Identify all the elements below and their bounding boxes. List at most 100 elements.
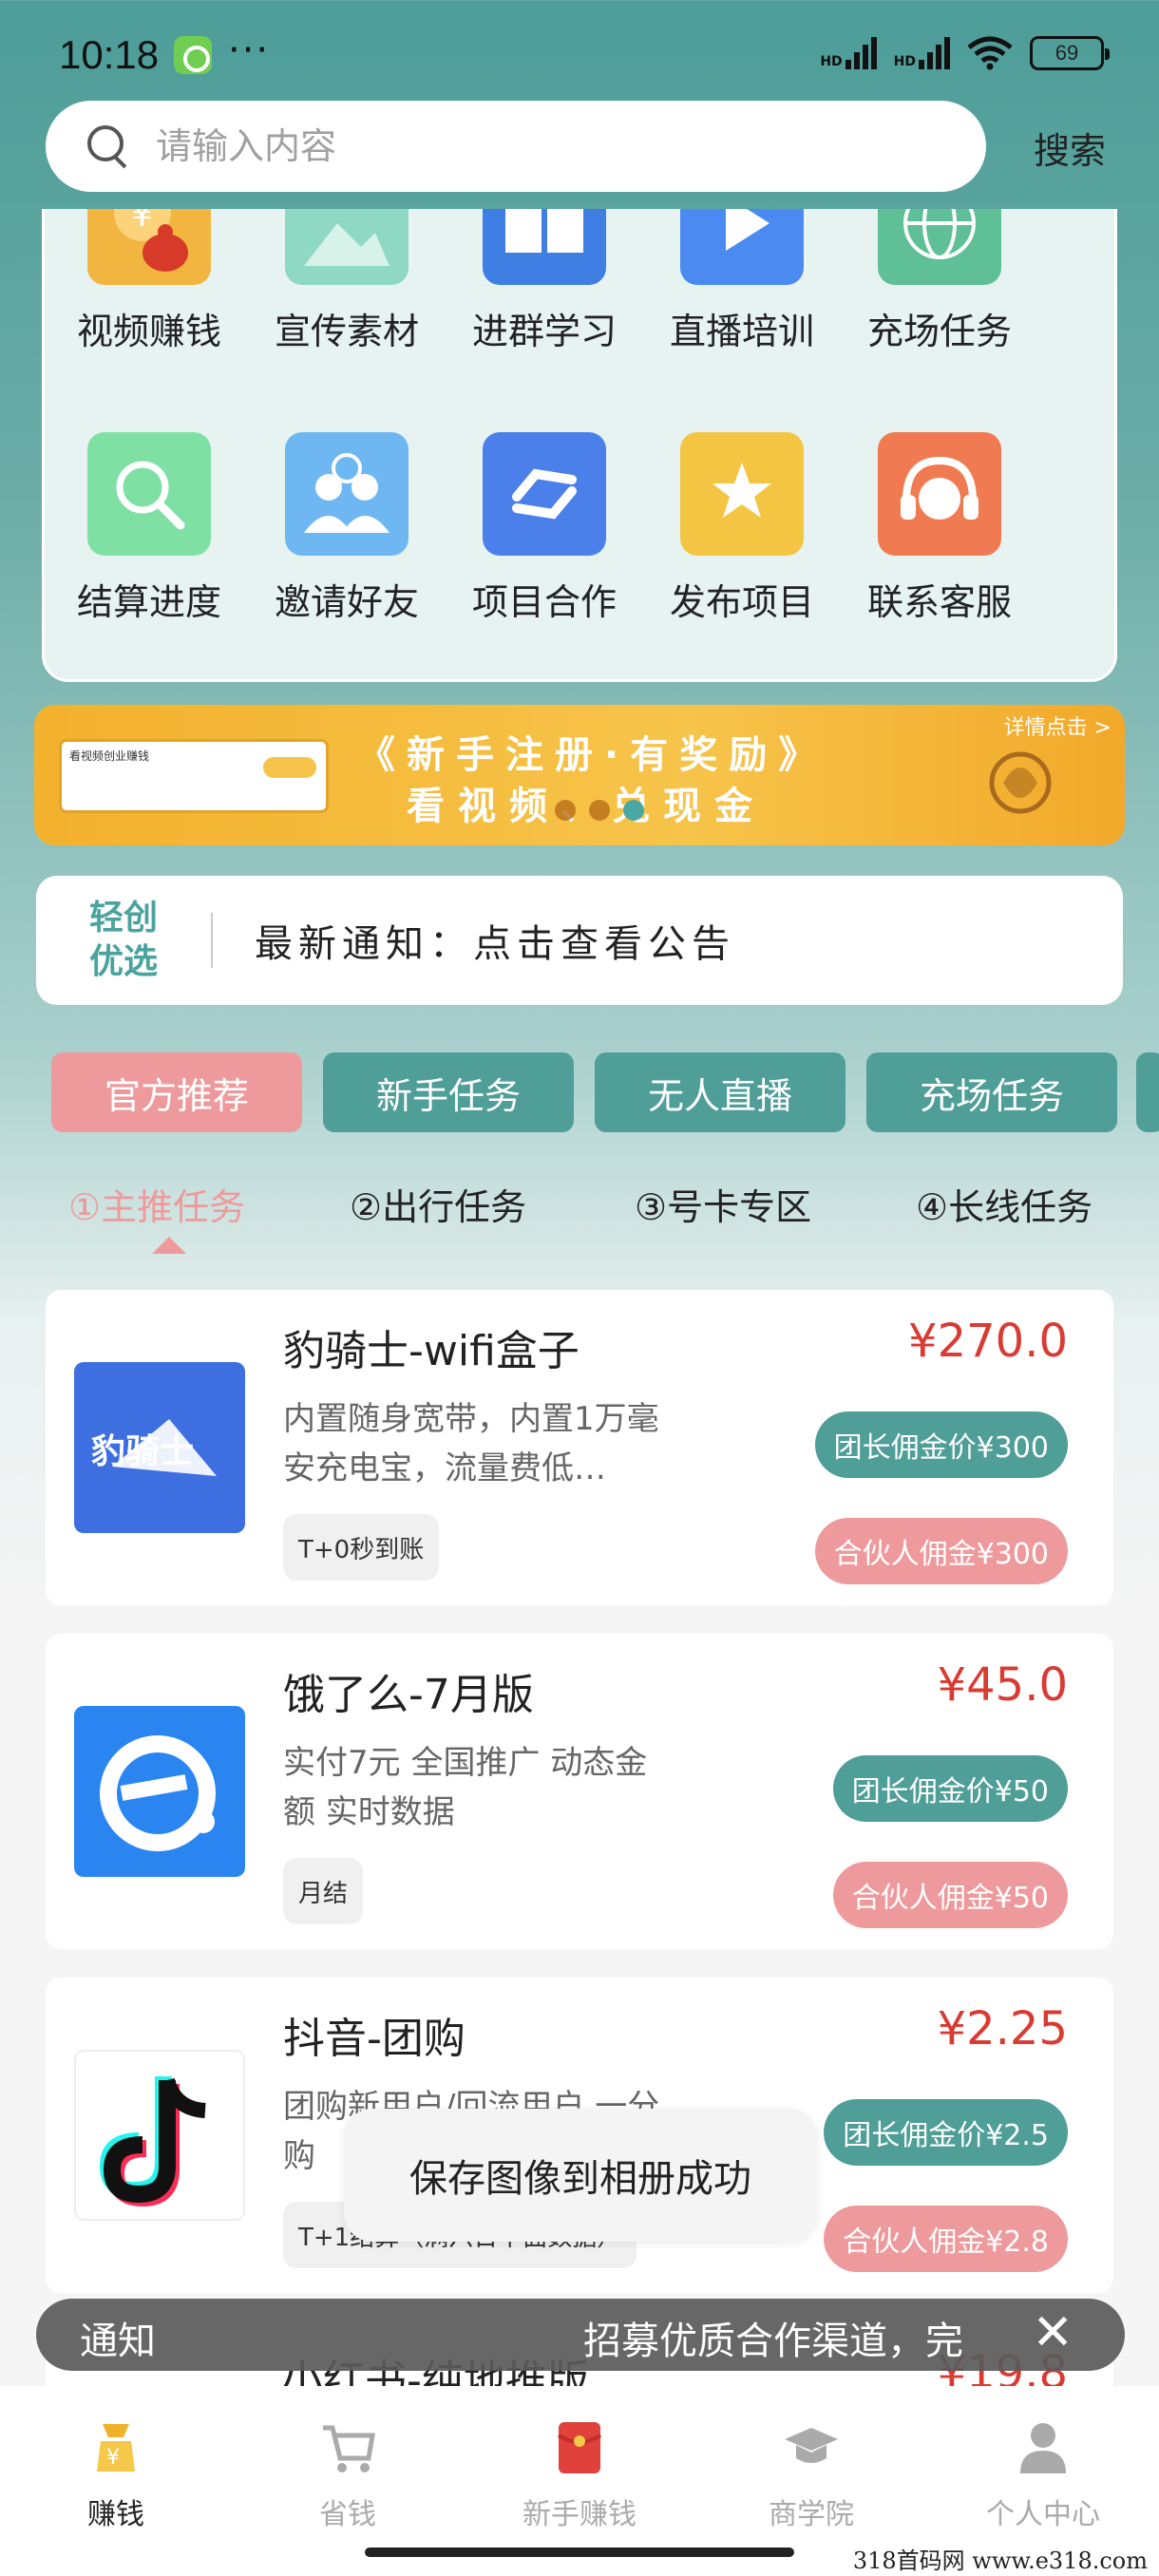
play-icon: [680, 209, 804, 285]
task-price: ¥270.0: [908, 1315, 1068, 1368]
grid-label: 联系客服: [866, 581, 1012, 623]
banner-pagination: [555, 800, 644, 821]
banner-dot[interactable]: [555, 800, 576, 821]
banner-title: 《新手注册·有奖励》: [357, 733, 828, 777]
hd-label: HD: [820, 54, 843, 69]
banner-dragon-decoration-icon: [982, 743, 1058, 828]
sync-icon: [483, 432, 606, 556]
task-title: 豹骑士-wifi盒子: [283, 1327, 580, 1375]
promo-banner[interactable]: 看视频创业赚钱 《新手注册·有奖励》 看视频、兑现金 详情点击 >: [34, 705, 1125, 845]
search-button[interactable]: 搜索: [1034, 122, 1106, 174]
grid-label: 进群学习: [471, 311, 617, 352]
announcement-bar[interactable]: 轻创 优选 最新通知：点击查看公告: [36, 876, 1123, 1005]
grid-label: 发布项目: [669, 581, 814, 623]
category-tab-unmanned-live[interactable]: 无人直播: [595, 1052, 846, 1132]
task-card[interactable]: 饿了么-7月版 ¥45.0 实付7元 全国推广 动态金额 实时数据 月结 团长佣…: [46, 1634, 1113, 1949]
grid-item-join-group[interactable]: 进群学习: [449, 209, 639, 354]
nav-label: 个人中心: [986, 2498, 1100, 2531]
svg-text:¥: ¥: [131, 209, 153, 235]
wifi-icon: [967, 36, 1013, 70]
star-bookmark-icon: [680, 432, 804, 556]
task-card[interactable]: 豹骑士 豹骑士-wifi盒子 ¥270.0 内置随身宽带，内置1万毫安充电宝，流…: [46, 1290, 1113, 1605]
subtab-main[interactable]: ①主推任务: [68, 1178, 245, 1230]
more-notifications-icon: ···: [228, 28, 271, 72]
task-logo-eleme: [74, 1706, 245, 1877]
banner-mini-card: 看视频创业赚钱: [59, 739, 329, 813]
cart-icon: [317, 2416, 378, 2477]
brand-line: 轻创: [88, 899, 158, 938]
category-tab-official[interactable]: 官方推荐: [51, 1052, 302, 1132]
person-icon: [1013, 2416, 1074, 2477]
grid-label: 视频赚钱: [76, 311, 221, 352]
subtab-sim[interactable]: ③号卡专区: [635, 1178, 811, 1230]
grid-item-customer-service[interactable]: 联系客服: [845, 432, 1035, 625]
nav-label: 商学院: [769, 2498, 854, 2531]
money-bag-icon: ¥: [86, 2416, 146, 2477]
category-tab-newbie[interactable]: 新手任务: [323, 1052, 574, 1132]
announcement-text: 最新通知：点击查看公告: [255, 922, 735, 966]
banner-detail-link[interactable]: 详情点击 >: [1004, 710, 1112, 741]
search-bar[interactable]: [46, 101, 986, 192]
grid-item-promo-material[interactable]: 宣传素材: [252, 209, 442, 354]
notification-label: 通知: [80, 2320, 156, 2363]
close-icon[interactable]: ✕: [1032, 2304, 1074, 2361]
grid-label: 结算进度: [76, 581, 221, 623]
nav-save[interactable]: 省钱: [253, 2416, 443, 2532]
grid-item-cooperation[interactable]: 项目合作: [449, 432, 639, 625]
search-input[interactable]: [156, 125, 916, 167]
nav-label: 省钱: [319, 2498, 376, 2531]
leader-commission-badge[interactable]: 团长佣金价¥300: [814, 1411, 1068, 1478]
grid-item-invite-friends[interactable]: 邀请好友: [252, 432, 442, 625]
grid-item-live-training[interactable]: 直播培训: [647, 209, 837, 354]
svg-text:¥: ¥: [106, 2446, 120, 2470]
task-description: 内置随身宽带，内置1万毫安充电宝，流量费低…: [283, 1400, 659, 1487]
partner-commission-badge[interactable]: 合伙人佣金¥300: [814, 1518, 1068, 1584]
grid-item-venue-task[interactable]: 充场任务: [845, 209, 1035, 354]
status-indicators: HD HD 69: [820, 36, 1110, 70]
logo-text: 豹骑士: [91, 1432, 194, 1471]
category-tab-more[interactable]: [1136, 1052, 1159, 1132]
red-envelope-icon: [549, 2416, 610, 2477]
task-logo-leopard-knight: 豹骑士: [74, 1362, 245, 1533]
nav-newbie-earn[interactable]: 新手赚钱: [484, 2416, 674, 2532]
toast-message: 保存图像到相册成功: [344, 2109, 817, 2242]
nav-label: 赚钱: [87, 2498, 144, 2531]
home-indicator[interactable]: [365, 2548, 794, 2557]
brand-label: 轻创 优选: [36, 897, 211, 984]
task-title: 抖音-团购: [283, 2015, 466, 2063]
divider: [211, 913, 213, 968]
banner-mini-button: [263, 757, 316, 778]
banner-mini-text: 看视频创业赚钱: [69, 749, 150, 763]
grid-item-publish-project[interactable]: 发布项目: [647, 432, 837, 625]
settlement-tag: 月结: [283, 1858, 364, 1924]
signal-2-icon: HD: [894, 37, 950, 69]
partner-commission-badge[interactable]: 合伙人佣金¥2.8: [824, 2206, 1068, 2272]
notification-message: 招募优质合作渠道，完: [583, 2320, 963, 2363]
image-icon: [285, 209, 408, 285]
leader-commission-badge[interactable]: 团长佣金价¥50: [832, 1755, 1068, 1822]
subtab-long-term[interactable]: ④长线任务: [916, 1178, 1092, 1230]
quick-menu-grid: ¥ 视频赚钱 宣传素材 进群学习 直播培训 充场任务 结算进度 邀请好友 项目合…: [42, 209, 1117, 682]
grid-item-video-earn[interactable]: ¥ 视频赚钱: [54, 209, 244, 354]
subtab-travel[interactable]: ②出行任务: [350, 1178, 526, 1230]
nav-profile[interactable]: 个人中心: [948, 2416, 1138, 2532]
app-notification-icon: [174, 36, 212, 74]
battery-icon: 69: [1030, 36, 1110, 70]
notification-banner[interactable]: 通知 招募优质合作渠道，完 ✕: [36, 2299, 1125, 2371]
settlement-tag: T+0秒到账: [283, 1514, 440, 1581]
task-logo-douyin: [74, 2050, 245, 2221]
hd-label: HD: [893, 54, 916, 69]
partner-commission-badge[interactable]: 合伙人佣金¥50: [832, 1862, 1068, 1928]
magnifier-icon: [87, 432, 211, 556]
banner-dot-active[interactable]: [623, 800, 644, 821]
users-icon: [285, 432, 408, 556]
nav-earn[interactable]: ¥ 赚钱: [21, 2416, 211, 2532]
banner-dot[interactable]: [589, 800, 610, 821]
grid-label: 宣传素材: [274, 311, 419, 352]
graduation-cap-icon: [781, 2416, 842, 2477]
category-tab-venue[interactable]: 充场任务: [866, 1052, 1117, 1132]
nav-academy[interactable]: 商学院: [716, 2416, 906, 2532]
leader-commission-badge[interactable]: 团长佣金价¥2.5: [824, 2099, 1068, 2166]
grid-label: 邀请好友: [274, 581, 419, 623]
grid-item-settlement[interactable]: 结算进度: [54, 432, 244, 625]
